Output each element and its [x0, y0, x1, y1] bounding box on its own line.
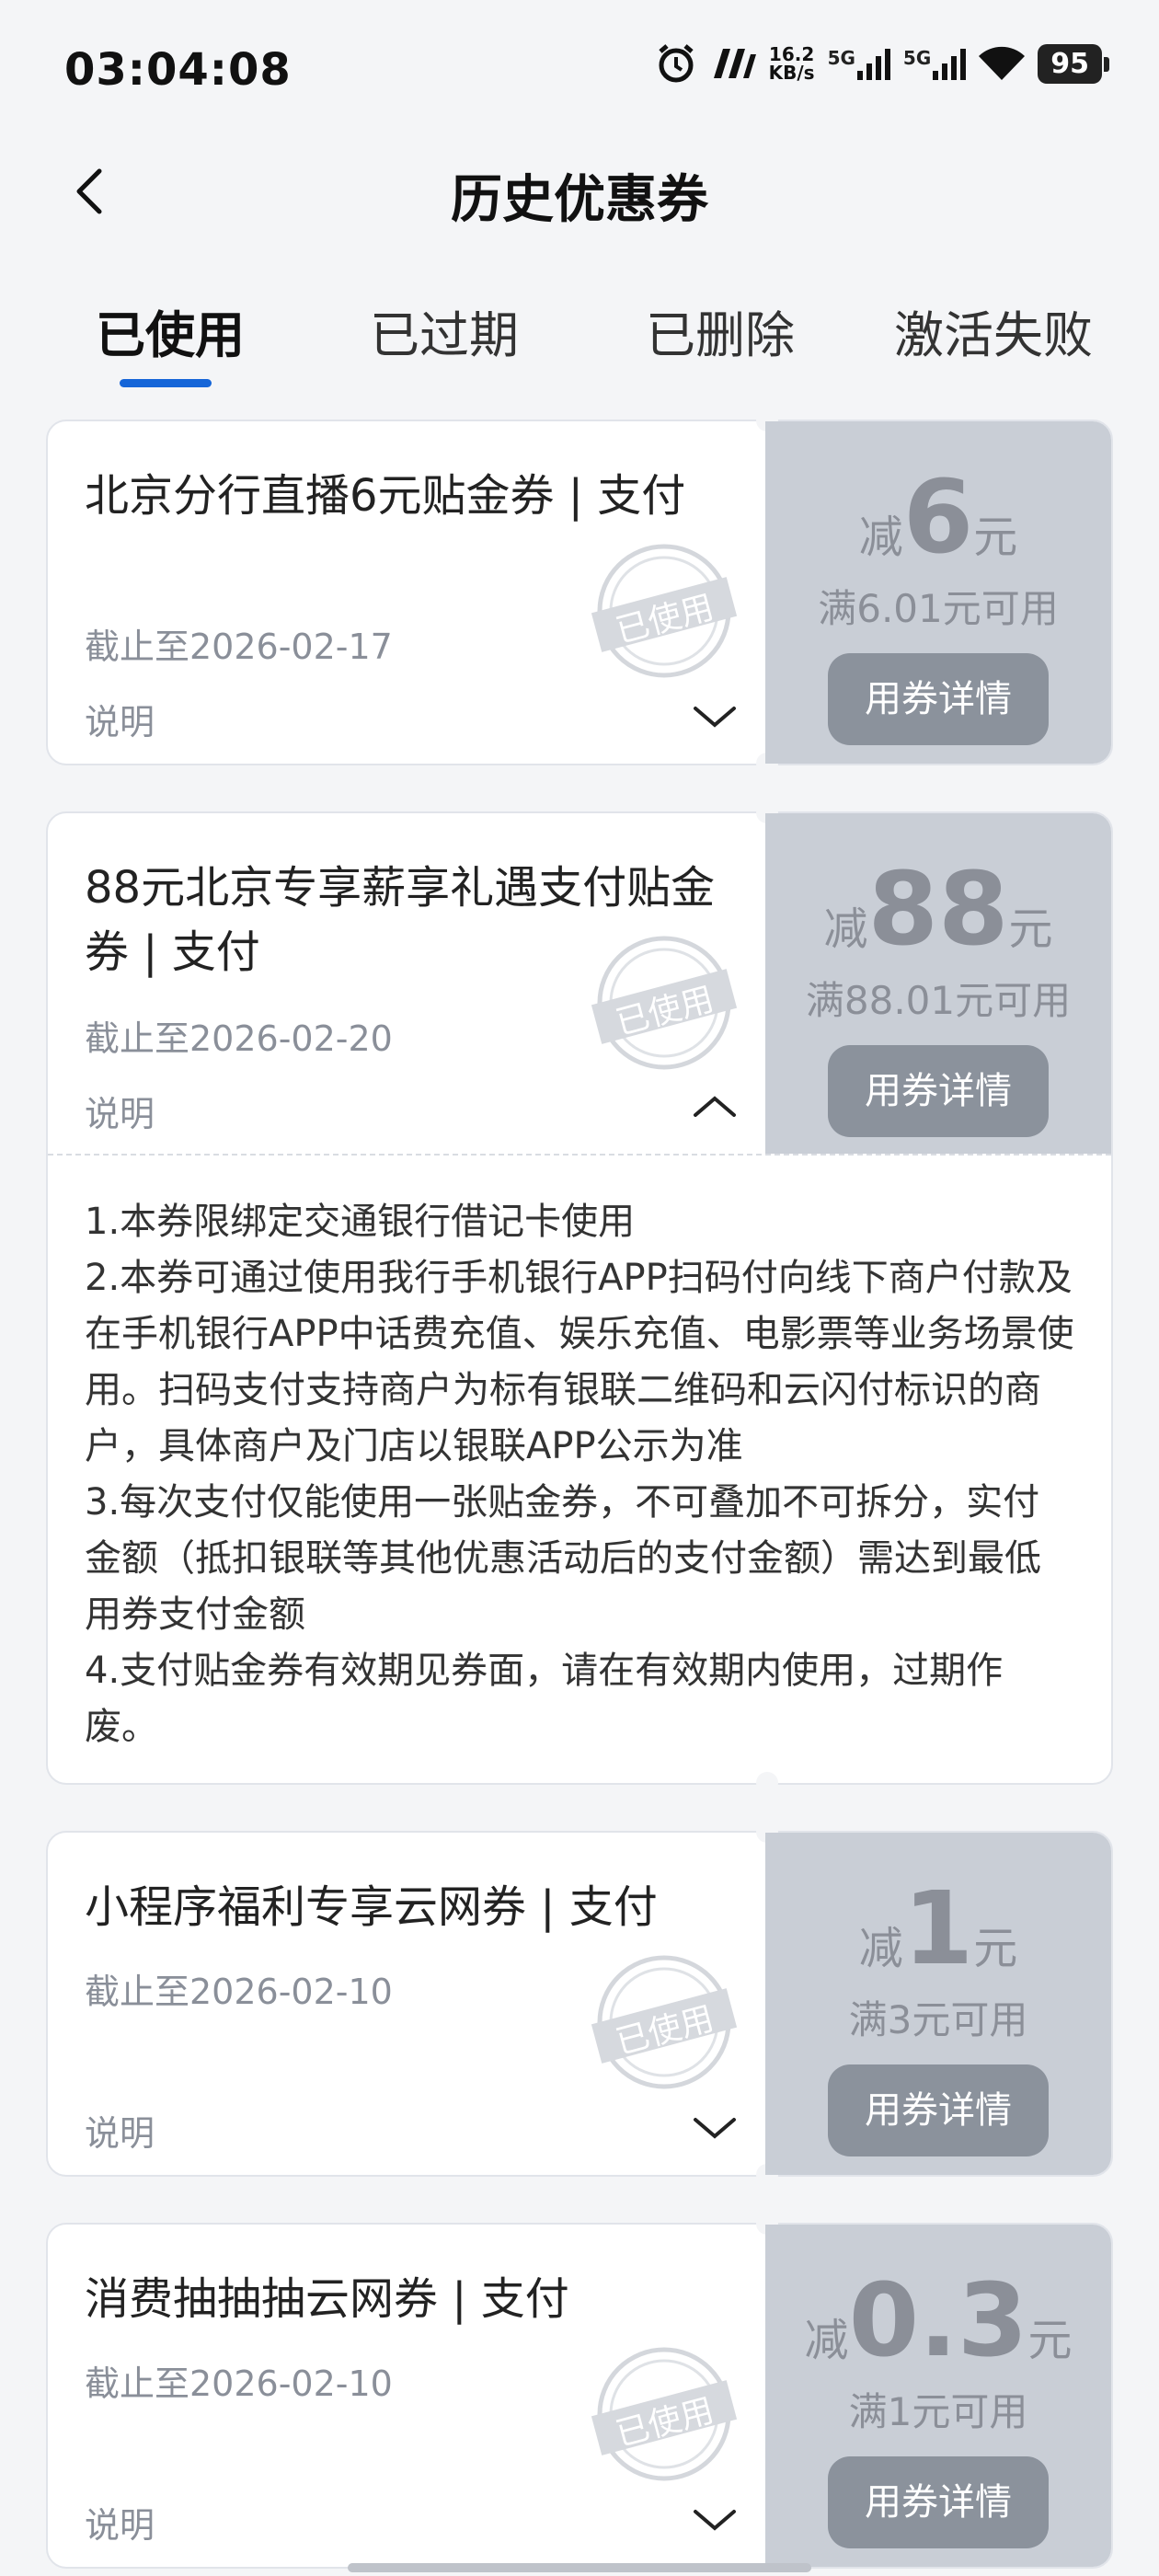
coupon-note-label[interactable]: 说明 — [85, 1086, 155, 1136]
coupon-amount: 减88元 — [823, 850, 1053, 968]
coupon-title: 北京分行直播6元贴金券 | 支付 — [85, 470, 686, 522]
coupon-condition: 满3元可用 — [848, 1997, 1028, 2042]
home-indicator[interactable] — [348, 2563, 811, 2572]
description-line: 4.支付贴金券有效期见券面，请在有效期内使用，过期作废。 — [85, 1650, 1004, 1748]
tab-activation-failed[interactable]: 激活失败 — [894, 294, 1093, 367]
coupon-note-label[interactable]: 说明 — [85, 2105, 155, 2156]
coupon-note-label[interactable]: 说明 — [85, 2497, 155, 2547]
coupon-value-panel: 减6元 满6.01元可用 用券详情 — [765, 421, 1111, 764]
coupon-card[interactable]: 88元北京专享薪享礼遇支付贴金券 | 支付 截止至2026-02-20 说明 已… — [46, 801, 1113, 1794]
coupon-detail-button[interactable]: 用券详情 — [828, 1045, 1049, 1137]
tab-bar: 已使用 已过期 已删除 激活失败 — [0, 276, 1159, 396]
battery-indicator: 95 — [1038, 43, 1109, 84]
coupon-card[interactable]: 消费抽抽抽云网券 | 支付 截止至2026-02-10 说明 已使用 减0.3元… — [46, 2213, 1113, 2569]
used-stamp: 已使用 — [591, 537, 738, 684]
tab-deleted[interactable]: 已删除 — [646, 294, 795, 367]
coupon-deadline: 截止至2026-02-20 — [85, 1018, 393, 1059]
chevron-down-icon[interactable] — [692, 2506, 738, 2534]
wifi-icon — [979, 46, 1026, 80]
coupon-amount: 减0.3元 — [804, 2261, 1073, 2379]
coupon-value-panel: 减0.3元 满1元可用 用券详情 — [765, 2225, 1111, 2567]
active-tab-indicator — [120, 379, 212, 387]
coupon-title: 小程序福利专享云网券 | 支付 — [85, 1881, 658, 1933]
nfc-icon — [713, 49, 756, 78]
coupon-detail-button[interactable]: 用券详情 — [828, 653, 1049, 745]
signal-bars-icon — [856, 49, 890, 80]
used-stamp: 已使用 — [591, 2340, 738, 2488]
coupon-note-label[interactable]: 说明 — [85, 694, 155, 744]
coupon-condition: 满6.01元可用 — [818, 586, 1059, 631]
coupon-detail-button[interactable]: 用券详情 — [828, 2064, 1049, 2156]
coupon-value-panel: 减1元 满3元可用 用券详情 — [765, 1833, 1111, 2175]
description-line: 1.本券限绑定交通银行借记卡使用 — [85, 1201, 636, 1243]
coupon-amount: 减1元 — [858, 1869, 1018, 1987]
coupon-card[interactable]: 小程序福利专享云网券 | 支付 截止至2026-02-10 说明 已使用 减1元… — [46, 1821, 1113, 2186]
signal-bars-icon — [933, 49, 967, 80]
status-bar: 03:04:08 16.2 KB/s 5G 5G 95 — [0, 0, 1159, 138]
coupon-deadline: 截止至2026-02-10 — [85, 2363, 393, 2404]
signal-1: 5G — [828, 47, 890, 80]
chevron-down-icon[interactable] — [692, 2114, 738, 2142]
coupon-condition: 满1元可用 — [848, 2389, 1028, 2434]
signal-2: 5G — [903, 47, 967, 80]
coupon-amount: 减6元 — [858, 458, 1018, 576]
coupon-card[interactable]: 北京分行直播6元贴金券 | 支付 截止至2026-02-17 说明 已使用 减6… — [46, 409, 1113, 775]
coupon-title: 消费抽抽抽云网券 | 支付 — [85, 2273, 569, 2325]
status-time: 03:04:08 — [64, 44, 292, 96]
coupon-deadline: 截止至2026-02-10 — [85, 1972, 393, 2012]
description-line: 2.本券可通过使用我行手机银行APP扫码付向线下商户付款及在手机银行APP中话费… — [85, 1257, 1074, 1467]
coupon-detail-button[interactable]: 用券详情 — [828, 2456, 1049, 2548]
nav-bar: 历史优惠券 — [0, 138, 1159, 248]
used-stamp: 已使用 — [591, 929, 738, 1076]
alarm-icon — [658, 44, 694, 83]
chevron-up-icon[interactable] — [692, 1093, 738, 1121]
description-line: 3.每次支付仅能使用一张贴金券，不可叠加不可拆分，实付金额（抵扣银联等其他优惠活… — [85, 1481, 1041, 1636]
coupon-condition: 满88.01元可用 — [805, 978, 1072, 1023]
coupon-value-panel: 减88元 满88.01元可用 用券详情 — [765, 813, 1111, 1154]
status-icons: 16.2 KB/s 5G 5G 95 — [655, 42, 1109, 85]
page-title: 历史优惠券 — [451, 170, 708, 230]
coupon-description: 1.本券限绑定交通银行借记卡使用 2.本券可通过使用我行手机银行APP扫码付向线… — [48, 1154, 1111, 1755]
tab-expired[interactable]: 已过期 — [370, 294, 519, 367]
used-stamp: 已使用 — [591, 1949, 738, 2096]
coupon-deadline: 截止至2026-02-17 — [85, 627, 393, 667]
chevron-down-icon[interactable] — [692, 703, 738, 730]
network-speed: 16.2 KB/s — [768, 43, 815, 84]
tab-used[interactable]: 已使用 — [96, 294, 245, 367]
